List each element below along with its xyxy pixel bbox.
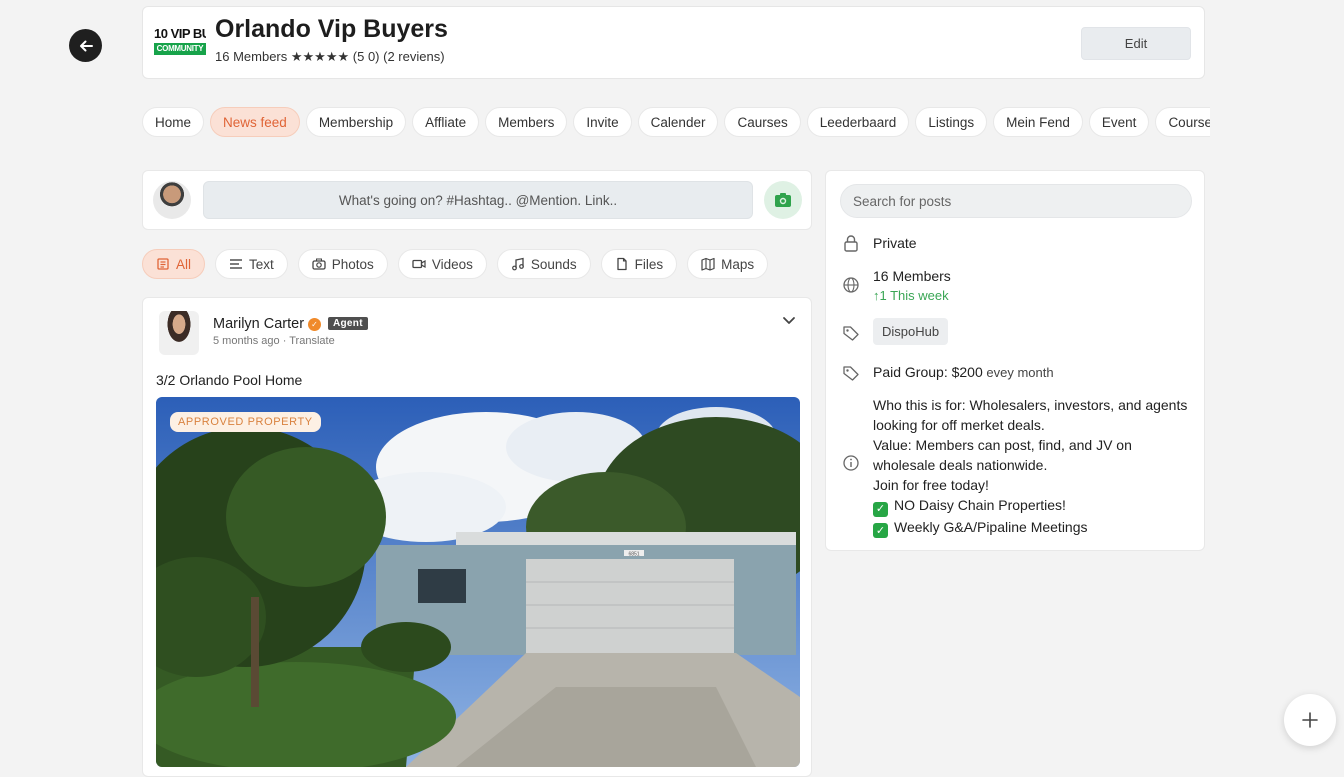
privacy-text: Private <box>873 235 917 251</box>
house-photo: 6851 <box>156 397 800 767</box>
rating-stars: ★★★★★ <box>290 49 350 64</box>
filter-label: Videos <box>431 256 473 272</box>
check-line: ✓ Weekly G&A/Pipaline Meetings <box>873 517 1193 538</box>
tab-news-feed[interactable]: News feed <box>210 107 300 137</box>
tag-pill[interactable]: DispoHub <box>873 318 949 345</box>
logo-text-a: 10 <box>154 27 168 41</box>
tab-mein-fend[interactable]: Mein Fend <box>993 107 1083 137</box>
price-tag-icon <box>843 366 859 381</box>
filter-label: Files <box>634 256 664 272</box>
file-icon <box>617 257 627 271</box>
edit-button[interactable]: Edit <box>1081 27 1191 60</box>
filter-label: Sounds <box>530 256 577 272</box>
filter-photos[interactable]: Photos <box>297 249 388 279</box>
plus-icon <box>1302 712 1318 728</box>
group-info-panel: Private 16 Members ↑1 This week DispoHub… <box>825 170 1205 551</box>
desc-line: wholesale deals nationwide. <box>873 457 1048 473</box>
group-logo: 10 VIP BU COMMUNITY <box>154 27 206 63</box>
post-filters: All Text Photos Videos Sounds Files Maps <box>142 249 778 281</box>
desc-line: looking for off merket deals. <box>873 417 1045 433</box>
paid-group-text: Paid Group: $200 evey month <box>873 364 1054 380</box>
tab-leederbaard[interactable]: Leederbaard <box>806 107 910 137</box>
filter-label: Photos <box>331 256 374 272</box>
add-button[interactable] <box>1284 694 1336 746</box>
desc-line: Value: Members can post, find, and JV on <box>873 437 1132 453</box>
tab-membership[interactable]: Membership <box>305 107 407 137</box>
check-text: Weekly G&A/Pipaline Meetings <box>894 518 1088 535</box>
lock-icon <box>844 235 858 252</box>
logo-text-b: VIP BU <box>170 27 206 41</box>
group-description: Who this is for: Wholesalers, investors,… <box>873 395 1193 538</box>
tab-members[interactable]: Members <box>485 107 568 137</box>
post-meta: 5 months ago · Translate <box>213 335 335 347</box>
camera-icon <box>312 258 326 270</box>
current-user-avatar[interactable] <box>153 181 191 219</box>
checkmark-icon: ✓ <box>873 501 888 517</box>
map-icon <box>701 257 715 271</box>
paid-period: evey month <box>982 365 1054 380</box>
filter-files[interactable]: Files <box>600 249 678 279</box>
filter-text[interactable]: Text <box>215 249 288 279</box>
author-avatar[interactable] <box>159 311 199 355</box>
group-title: Orlando Vip Buyers <box>215 15 448 43</box>
checkmark-icon: ✓ <box>873 523 888 538</box>
post-time: 5 months ago <box>213 335 280 347</box>
post-composer: What's going on? #Hashtag.. @Mention. Li… <box>142 170 812 230</box>
filter-maps[interactable]: Maps <box>687 249 769 279</box>
group-nav: Home News feed Membership Affliate Members In… <box>142 106 1210 140</box>
filter-all[interactable]: All <box>142 249 206 279</box>
composer-input[interactable]: What's going on? #Hashtag.. @Mention. Li… <box>203 181 753 219</box>
rating-text[interactable]: (5 0) (2 reviens) <box>353 49 445 64</box>
check-line: ✓ NO Daisy Chain Properties! <box>873 495 1193 517</box>
group-header: 10 VIP BU COMMUNITY Orlando Vip Buyers 1… <box>142 6 1205 79</box>
filter-label: Text <box>249 256 274 272</box>
members-count: 16 Members <box>215 49 288 64</box>
tab-calender[interactable]: Calender <box>637 107 719 137</box>
translate-link[interactable]: Translate <box>289 335 334 347</box>
music-icon <box>511 257 524 271</box>
approved-badge: APPROVED PROPERTY <box>170 412 321 432</box>
post-image[interactable]: 6851 APPROVED PROPERTY <box>156 397 800 767</box>
members-text[interactable]: 16 Members <box>873 268 951 284</box>
chevron-down-icon[interactable] <box>781 312 797 328</box>
info-icon <box>843 455 859 471</box>
back-button[interactable] <box>69 29 102 62</box>
add-photo-button[interactable] <box>764 181 802 219</box>
role-badge: Agent <box>328 317 368 330</box>
tag-icon <box>843 326 859 341</box>
tab-listings[interactable]: Listings <box>915 107 988 137</box>
post-title: 3/2 Orlando Pool Home <box>156 372 303 388</box>
author-name[interactable]: Marilyn Carter <box>213 316 304 332</box>
filter-label: Maps <box>721 256 755 272</box>
group-meta: 16 Members ★★★★★ (5 0) (2 reviens) <box>215 49 445 65</box>
filter-label: All <box>176 256 192 272</box>
tab-caurses[interactable]: Caurses <box>724 107 801 137</box>
house-number: 6851 <box>628 552 639 558</box>
video-icon <box>412 259 426 269</box>
text-icon <box>230 259 243 269</box>
all-icon <box>157 258 169 270</box>
desc-line: Join for free today! <box>873 477 989 493</box>
members-week: ↑1 This week <box>873 288 949 303</box>
camera-icon <box>775 193 791 207</box>
check-text: NO Daisy Chain Properties! <box>894 497 1066 513</box>
filter-videos[interactable]: Videos <box>397 249 487 279</box>
globe-icon <box>843 277 859 293</box>
verified-badge-icon: ✓ <box>308 318 321 331</box>
logo-text-c: COMMUNITY <box>154 43 206 55</box>
tab-course[interactable]: Course <box>1155 107 1210 137</box>
filter-sounds[interactable]: Sounds <box>496 249 591 279</box>
search-posts-input[interactable] <box>840 184 1192 218</box>
paid-label: Paid Group: <box>873 364 948 380</box>
tab-invite[interactable]: Invite <box>573 107 632 137</box>
tab-home[interactable]: Home <box>142 107 205 137</box>
tab-affliate[interactable]: Affliate <box>412 107 480 137</box>
post-card: Marilyn Carter ✓ Agent 5 months ago · Tr… <box>142 297 812 777</box>
desc-line: Who this is for: Wholesalers, investors,… <box>873 397 1188 413</box>
arrow-left-icon <box>79 40 93 51</box>
paid-price: $200 <box>947 364 983 380</box>
tab-event[interactable]: Event <box>1088 107 1150 137</box>
